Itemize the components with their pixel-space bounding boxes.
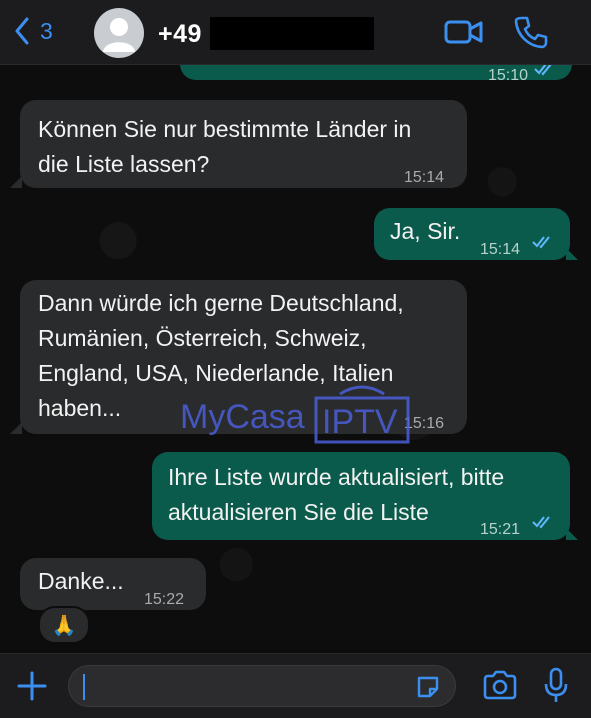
double-check-icon — [532, 516, 550, 529]
video-call-button[interactable] — [444, 15, 484, 54]
message-time: 15:22 — [144, 591, 185, 608]
double-check-icon — [532, 236, 550, 249]
attach-button[interactable] — [16, 670, 48, 707]
text-caret — [83, 674, 85, 700]
avatar-icon — [103, 18, 135, 52]
sticker-icon[interactable] — [415, 674, 441, 700]
watermark-text: MyCasa — [180, 398, 305, 436]
message-input-bar — [0, 653, 591, 718]
message-reaction[interactable]: 🙏 — [38, 606, 90, 644]
message-bubble-outgoing[interactable]: Ihre Liste wurde aktualisiert, bitte akt… — [152, 452, 570, 540]
message-time: 15:14 — [480, 241, 521, 258]
message-bubble-incoming[interactable]: Können Sie nur bestimmte Länder in die L… — [20, 100, 467, 188]
camera-button[interactable] — [482, 669, 518, 706]
plus-icon — [17, 671, 47, 701]
phone-icon — [514, 16, 548, 49]
video-call-icon — [444, 20, 483, 44]
camera-icon — [483, 670, 517, 700]
watermark-logo: MyCasa IPTV — [180, 380, 420, 450]
bubble-tail — [10, 422, 22, 434]
message-text-line: Rumänien, Österreich, Schweiz, — [38, 325, 367, 351]
voice-call-button[interactable] — [514, 15, 548, 54]
back-button[interactable]: 3 — [14, 17, 53, 45]
message-bubble-incoming[interactable]: Danke... 15:22 — [20, 558, 206, 610]
bubble-tail — [566, 248, 578, 260]
message-bubble-outgoing[interactable]: Ja, Sir. 15:14 — [374, 208, 570, 260]
microphone-icon — [544, 667, 568, 702]
chat-header: 3 +49 — [0, 0, 591, 65]
voice-message-button[interactable] — [542, 667, 570, 710]
watermark-text: IPTV — [322, 403, 398, 441]
message-time: 15:21 — [480, 521, 521, 538]
chevron-left-icon — [15, 17, 29, 45]
message-input[interactable] — [68, 665, 456, 707]
contact-name[interactable]: +49 — [158, 20, 202, 49]
bubble-tail — [10, 176, 22, 188]
bubble-tail — [566, 528, 578, 540]
reaction-emoji: 🙏 — [51, 614, 77, 637]
avatar[interactable] — [94, 8, 144, 58]
message-text-line: die Liste lassen? — [38, 151, 210, 177]
message-text-line: Dann würde ich gerne Deutschland, — [38, 290, 404, 316]
message-text-line: Ihre Liste wurde aktualisiert, bitte — [168, 464, 505, 490]
redacted-phone-number — [210, 17, 374, 50]
message-time: 15:14 — [404, 169, 445, 186]
message-text-line: Können Sie nur bestimmte Länder in — [38, 116, 412, 142]
unread-count: 3 — [40, 17, 53, 44]
